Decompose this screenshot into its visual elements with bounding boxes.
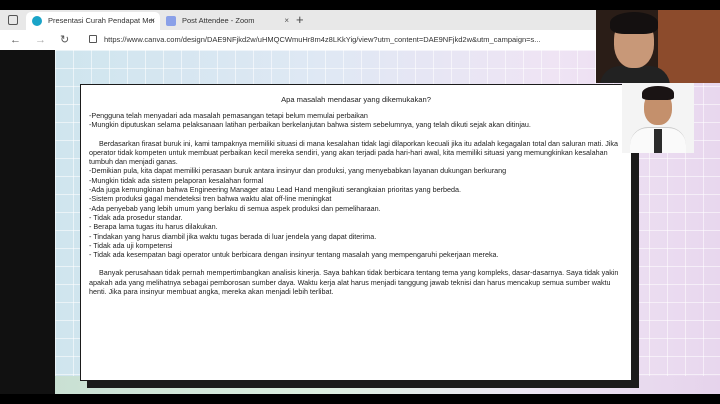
lock-icon bbox=[89, 35, 97, 43]
paragraph-2: Berdasarkan firasat buruk ini, kami tamp… bbox=[89, 138, 618, 260]
tab-zoom[interactable]: Post Attendee - Zoom × bbox=[160, 12, 294, 30]
tab-actions-icon[interactable] bbox=[8, 15, 18, 25]
tab-close-icon[interactable]: × bbox=[284, 12, 289, 30]
reload-icon[interactable]: ↻ bbox=[60, 33, 69, 47]
left-panel bbox=[0, 50, 55, 394]
tab-label: Presentasi Curah Pendapat Men bbox=[48, 16, 154, 25]
video-thumbnail-participant-1[interactable] bbox=[596, 10, 720, 83]
back-icon[interactable]: ← bbox=[10, 33, 21, 47]
tab-canva-presentation[interactable]: Presentasi Curah Pendapat Men × bbox=[26, 12, 160, 30]
paragraph-3: Banyak perusahaan tidak pernah mempertim… bbox=[89, 268, 621, 297]
new-tab-button[interactable]: + bbox=[296, 11, 304, 29]
video-thumbnail-participant-2[interactable] bbox=[622, 83, 694, 153]
tab-label: Post Attendee - Zoom bbox=[182, 16, 255, 25]
url-field[interactable]: https://www.canva.com/design/DAE9NFjkd2w… bbox=[104, 30, 574, 50]
slide-card: Apa masalah mendasar yang dikemukakan? -… bbox=[80, 84, 632, 381]
zoom-icon bbox=[166, 16, 176, 26]
tab-close-icon[interactable]: × bbox=[150, 12, 155, 30]
paragraph-1: -Pengguna telah menyadari ada masalah pe… bbox=[89, 111, 531, 130]
forward-icon[interactable]: → bbox=[35, 33, 46, 47]
slide-title: Apa masalah mendasar yang dikemukakan? bbox=[281, 95, 431, 104]
canva-icon bbox=[32, 16, 42, 26]
